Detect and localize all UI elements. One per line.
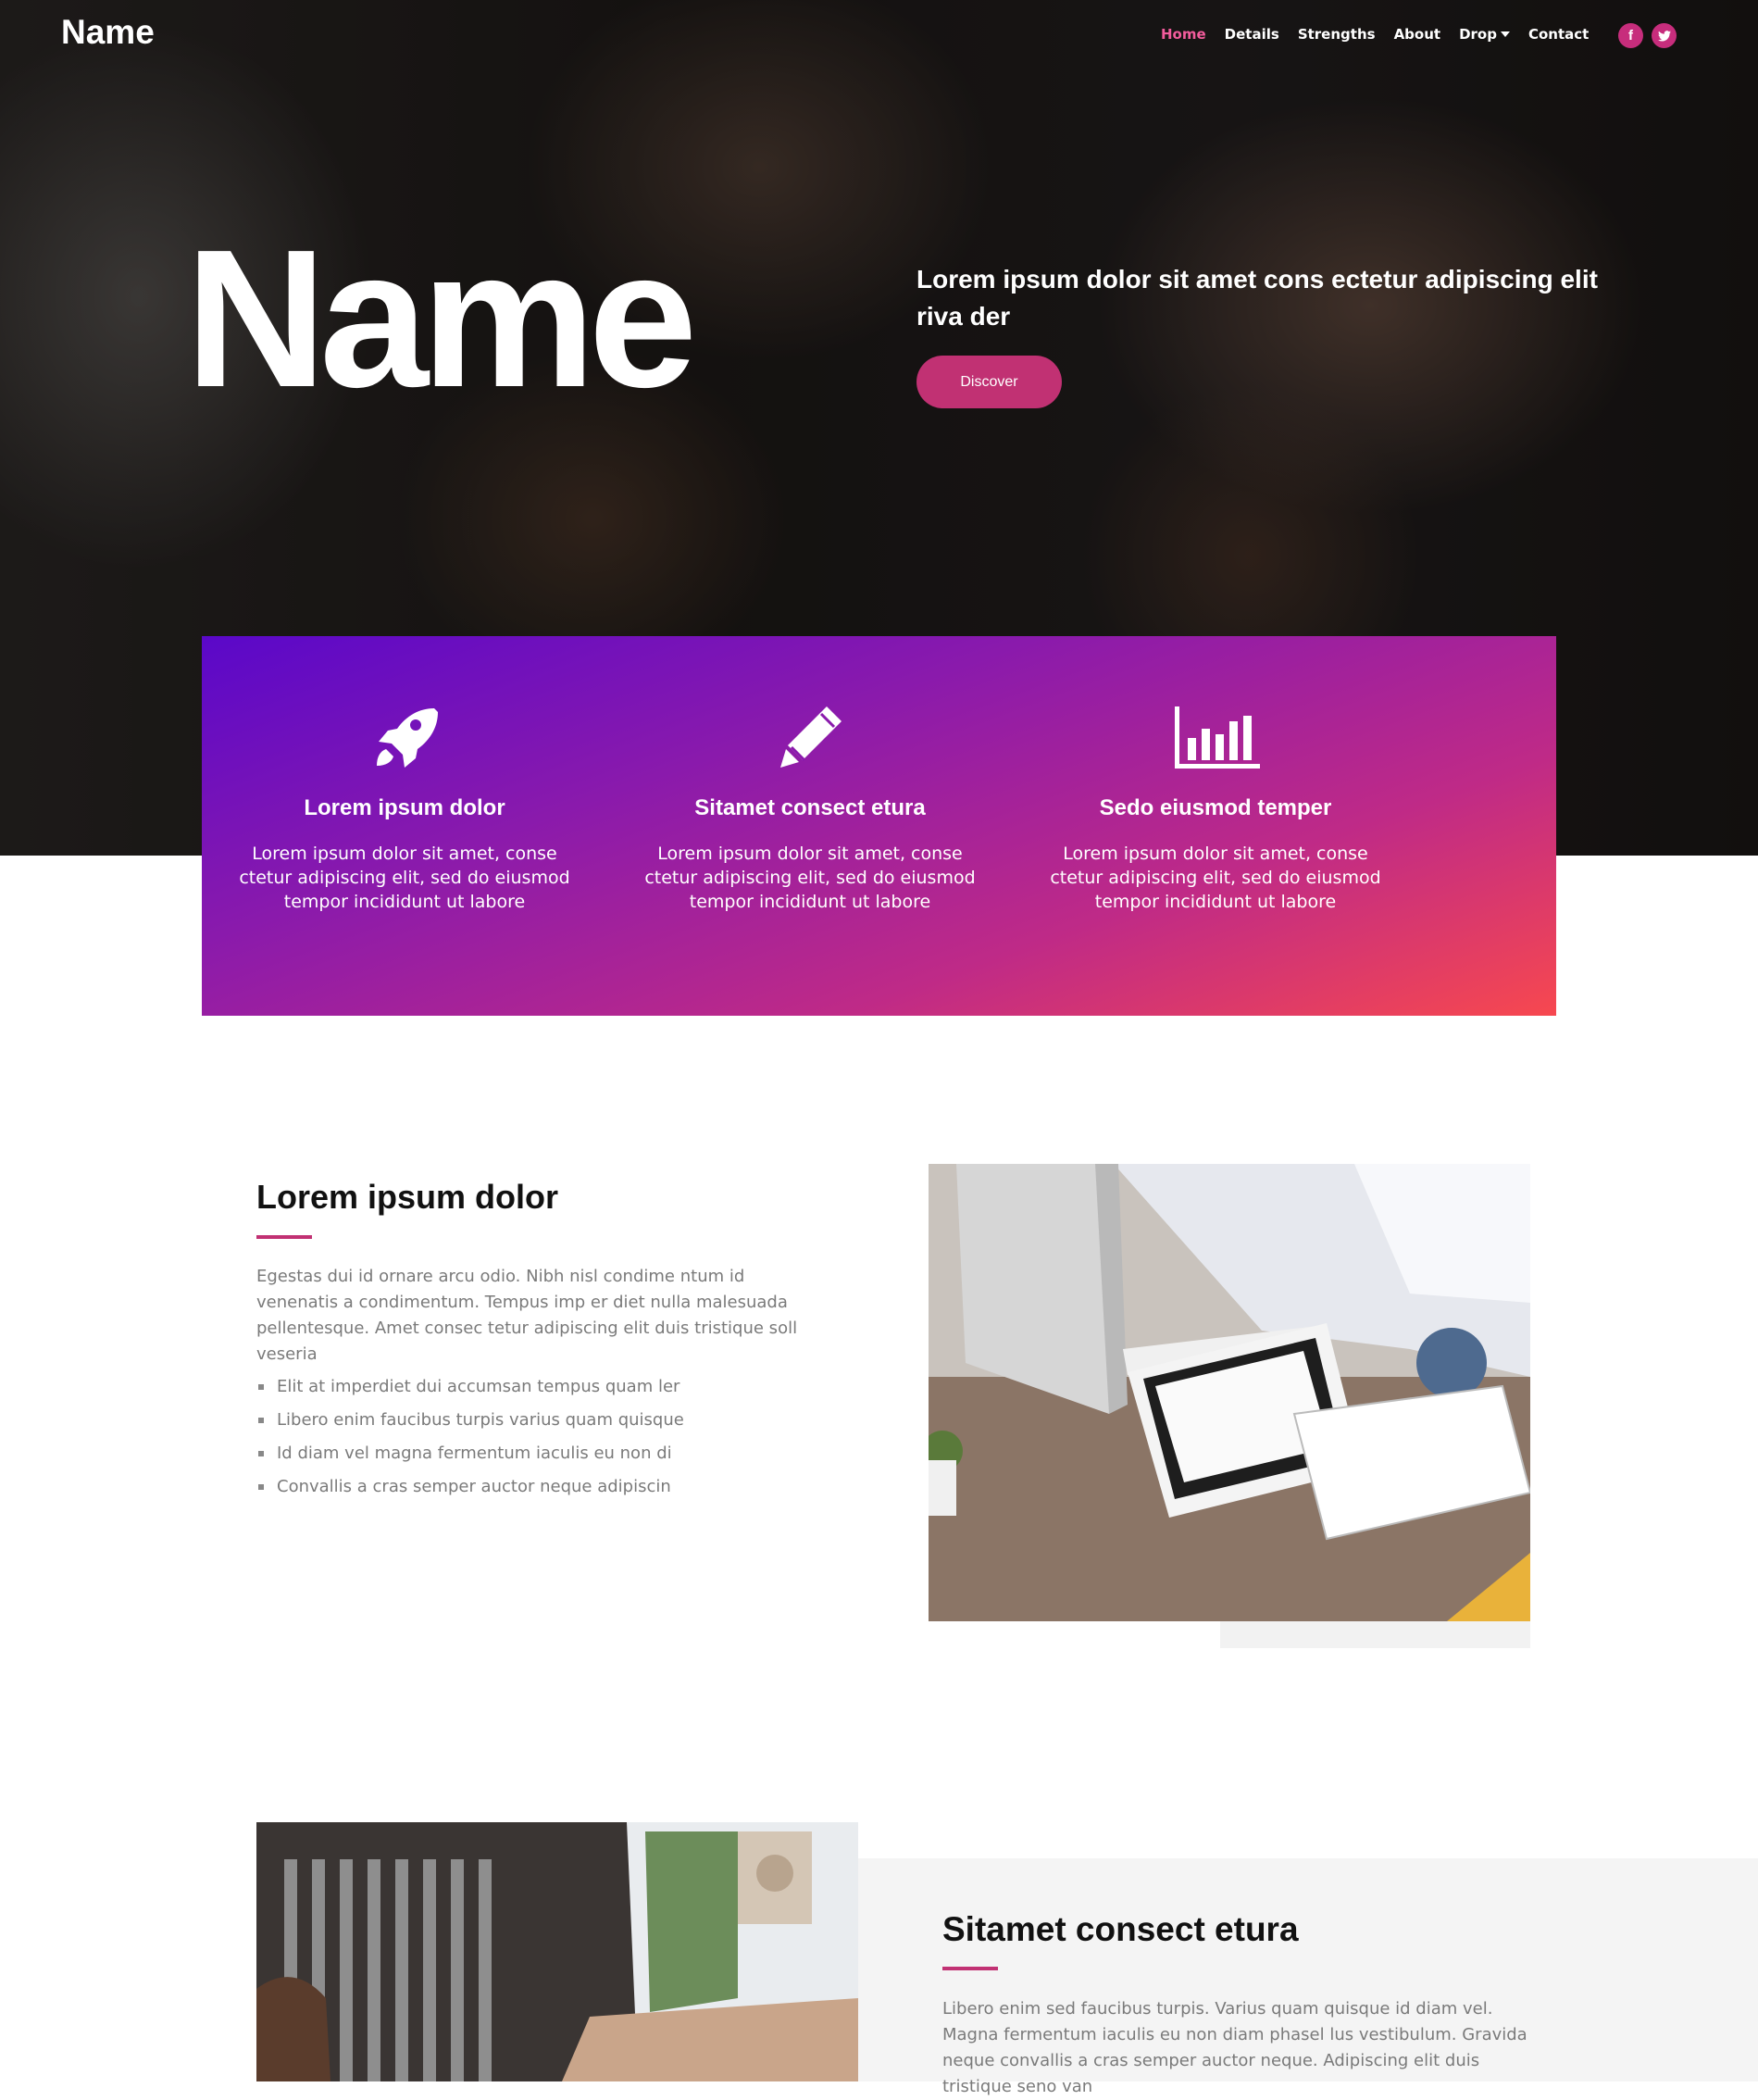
section2-list: Elit at imperdiet dui accumsan tempus qu… <box>256 1370 684 1504</box>
twitter-icon[interactable] <box>1652 23 1677 48</box>
section2-photo <box>929 1164 1530 1621</box>
nav-drop[interactable]: Drop <box>1459 26 1510 43</box>
nav-drop-label: Drop <box>1459 26 1497 43</box>
section2-divider <box>256 1235 312 1239</box>
facebook-glyph: f <box>1628 28 1633 44</box>
discover-button[interactable]: Discover <box>916 356 1062 408</box>
main-nav: Home Details Strengths About Drop Contac… <box>1161 26 1589 43</box>
nav-about[interactable]: About <box>1394 26 1441 43</box>
caret-down-icon <box>1500 31 1510 37</box>
section3-divider <box>942 1967 998 1970</box>
section2-paragraph: Egestas dui id ornare arcu odio. Nibh ni… <box>256 1267 798 1364</box>
feature-text: Lorem ipsum dolor sit amet, conse ctetur… <box>644 844 976 912</box>
section2-title: Lorem ipsum dolor <box>256 1178 559 1216</box>
feature-title: Lorem ipsum dolor <box>304 795 505 820</box>
office-photo-illustration <box>929 1164 1530 1621</box>
nav-strengths[interactable]: Strengths <box>1298 26 1376 43</box>
list-item: Id diam vel magna fermentum iaculis eu n… <box>256 1437 684 1470</box>
facebook-icon[interactable]: f <box>1618 23 1643 48</box>
hero-subtitle: Lorem ipsum dolor sit amet cons ectetur … <box>916 265 1598 331</box>
hero-title: Name <box>185 208 697 428</box>
nav-home[interactable]: Home <box>1161 26 1206 43</box>
list-item: Libero enim faucibus turpis varius quam … <box>256 1404 684 1437</box>
nav-contact[interactable]: Contact <box>1528 26 1589 43</box>
brand-logo[interactable]: Name <box>61 13 155 52</box>
feature-title: Sedo eiusmod temper <box>1099 795 1332 820</box>
section3-photo <box>256 1822 858 2081</box>
feature-card: Sedo eiusmod temper Lorem ipsum dolor si… <box>1013 701 1418 914</box>
features-panel: Lorem ipsum dolor Lorem ipsum dolor sit … <box>202 636 1556 1016</box>
feature-card: Sitamet consect etura Lorem ipsum dolor … <box>607 701 1013 914</box>
section3-paragraph: Libero enim sed faucibus turpis. Varius … <box>942 1999 1527 2096</box>
feature-card: Lorem ipsum dolor Lorem ipsum dolor sit … <box>202 701 607 914</box>
feature-text: Lorem ipsum dolor sit amet, conse ctetur… <box>1050 844 1381 912</box>
workspace-photo-illustration <box>256 1822 858 2081</box>
bar-chart-icon <box>1013 701 1418 784</box>
list-item: Convallis a cras semper auctor neque adi… <box>256 1470 684 1504</box>
pencil-icon <box>607 701 1013 784</box>
rocket-icon <box>202 701 607 784</box>
feature-text: Lorem ipsum dolor sit amet, conse ctetur… <box>239 844 570 912</box>
feature-title: Sitamet consect etura <box>694 795 926 820</box>
nav-details[interactable]: Details <box>1225 26 1279 43</box>
social-links: f <box>1618 23 1677 48</box>
section3-title: Sitamet consect etura <box>942 1910 1299 1948</box>
list-item: Elit at imperdiet dui accumsan tempus qu… <box>256 1370 684 1404</box>
